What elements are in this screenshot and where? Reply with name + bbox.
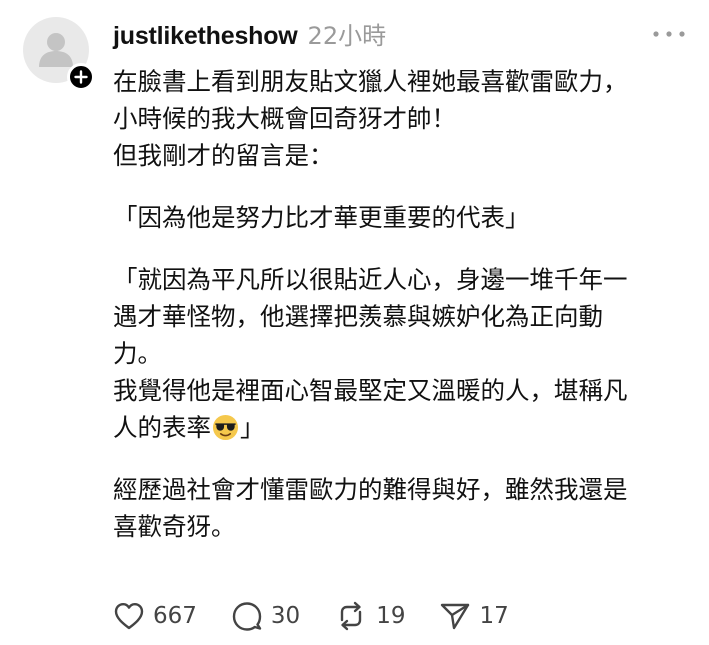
thread-post: justliketheshow 22小時 在臉書上看到朋友貼文獵人裡她最喜歡雷歐…: [0, 0, 709, 645]
share-count: 17: [479, 603, 509, 629]
author-username[interactable]: justliketheshow: [113, 22, 298, 51]
post-text-line: 經歷過社會才懂雷歐力的難得與好，雖然我還是: [113, 475, 628, 504]
post-timestamp[interactable]: 22小時: [308, 16, 387, 51]
more-options-button[interactable]: [648, 24, 690, 44]
share-button[interactable]: 17: [439, 600, 509, 632]
post-text-line: 我覺得他是裡面心智最堅定又溫暖的人，堪稱凡: [113, 376, 628, 405]
post-text-line: 在臉書上看到朋友貼文獵人裡她最喜歡雷歐力，: [113, 67, 628, 96]
follow-button[interactable]: [67, 63, 95, 91]
reply-button[interactable]: 30: [231, 600, 300, 632]
post-text-line: 喜歡奇犽。: [113, 512, 236, 541]
post-text-line: 「就因為平凡所以很貼近人心，身邊一堆千年一: [113, 265, 628, 294]
like-count: 667: [153, 603, 197, 629]
post-text-line-with-emoji: 人的表率 」: [113, 409, 703, 446]
post-text-line: 小時候的我大概會回奇犽才帥！: [113, 104, 456, 133]
post-text-line: 力。: [113, 339, 162, 368]
comment-icon: [232, 602, 262, 631]
post-body: 在臉書上看到朋友貼文獵人裡她最喜歡雷歐力， 小時候的我大概會回奇犽才帥！ 但我剛…: [113, 63, 703, 545]
more-horizontal-icon: [653, 31, 685, 37]
heart-icon: [114, 603, 144, 630]
post-actions: 667 30 19 17: [113, 596, 543, 636]
sunglasses-emoji-icon: [212, 414, 239, 441]
repost-count: 19: [376, 603, 406, 629]
send-icon: [441, 603, 470, 630]
post-text-segment: 人的表率: [113, 413, 211, 442]
reply-count: 30: [270, 603, 301, 629]
plus-icon: [74, 70, 88, 84]
post-text-line: 遇才華怪物，他選擇把羨慕與嫉妒化為正向動: [113, 302, 603, 331]
repost-icon: [340, 601, 362, 631]
post-text-line: 但我剛才的留言是：: [113, 141, 334, 170]
post-text-line: 「因為他是努力比才華更重要的代表」: [113, 203, 530, 232]
post-header: justliketheshow 22小時: [113, 16, 386, 56]
repost-button[interactable]: 19: [334, 600, 405, 632]
post-text-segment: 」: [240, 413, 265, 442]
like-button[interactable]: 667: [113, 601, 197, 631]
author-avatar-container[interactable]: [23, 17, 95, 91]
